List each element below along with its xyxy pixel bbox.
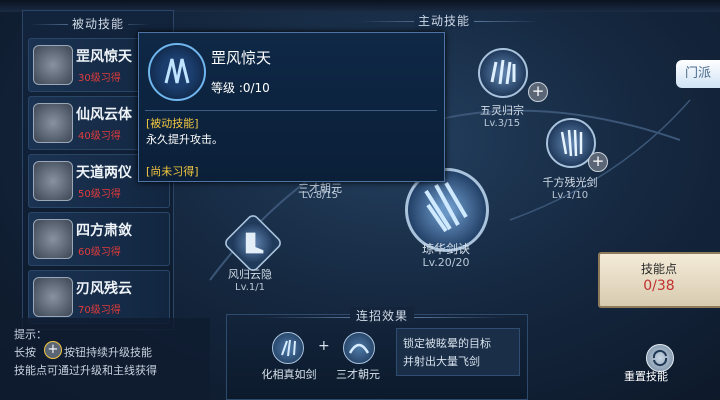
combo-effect-box: 锁定被眩晕的目标 并射出大量飞剑	[396, 328, 520, 376]
sword-icon	[490, 59, 516, 85]
hint-line-prefix: 长按	[14, 346, 36, 359]
plus-icon: +	[44, 341, 62, 359]
skill-wuling-icon[interactable]	[478, 48, 528, 98]
hint-line2: 技能点可通过升级和主线获得	[14, 364, 157, 377]
boot-icon	[245, 232, 264, 254]
sword-icon	[281, 339, 296, 357]
skill-level: Lv.1/1	[235, 282, 265, 293]
combo-effect-line1: 锁定被眩晕的目标	[403, 337, 491, 350]
helmet-icon	[33, 219, 73, 259]
skill-level: Lv.1/10	[551, 190, 589, 201]
skill-name: 五灵归宗	[480, 104, 524, 117]
combo-effect-line2: 并射出大量飞剑	[403, 355, 480, 368]
passive-skill-requirement: 50级习得	[78, 189, 121, 200]
helmet-icon	[33, 103, 73, 143]
hint-line-suffix: 按钮持续升级技能	[64, 346, 152, 359]
faction-tab[interactable]: 门派	[676, 60, 720, 88]
passive-skill-item[interactable]: 四方肃敛 60级习得	[28, 212, 170, 266]
skill-points-label: 技能点	[640, 262, 677, 276]
tooltip-divider	[145, 110, 437, 111]
passive-skill-name: 四方肃敛	[76, 223, 132, 239]
skill-level: Lv.8/15	[301, 190, 339, 201]
reset-button-label[interactable]: 重置技能	[624, 368, 668, 384]
skill-level: Lv.3/15	[483, 118, 521, 129]
plus-icon[interactable]: +	[528, 82, 548, 102]
passive-skill-requirement: 30级习得	[78, 73, 121, 84]
combo-skill-a-icon[interactable]	[272, 332, 304, 364]
passive-skill-requirement: 70级习得	[78, 305, 121, 316]
passive-skill-name: 罡风惊天	[76, 49, 132, 65]
skill-points-value: 0/38	[643, 278, 675, 294]
hint-title: 提示：	[14, 328, 47, 341]
combo-plus: +	[318, 338, 330, 354]
sword-icon	[560, 129, 583, 157]
passive-skill-name: 仙风云体	[76, 107, 132, 123]
sword-icon	[348, 343, 370, 354]
skill-points-panel: 技能点 0/38	[598, 252, 720, 308]
tooltip-skill-name: 罡风惊天	[211, 49, 272, 67]
passive-skill-name: 刃风残云	[76, 281, 132, 297]
helmet-icon	[33, 45, 73, 85]
sword-icon	[424, 181, 468, 233]
passive-skill-name: 天道两仪	[76, 165, 132, 181]
combo-skill-b-name: 三才朝元	[336, 368, 380, 381]
skill-name: 风归云隐	[228, 268, 272, 281]
skill-tooltip: 罡风惊天 等级 :0/10 [被动技能] 永久提升攻击。 [尚未习得]	[138, 32, 445, 182]
tooltip-description: 永久提升攻击。	[146, 133, 223, 146]
passive-section-title: 被动技能	[68, 15, 129, 32]
helmet-icon	[33, 161, 73, 201]
passive-skill-item[interactable]: 刃风残云 70级习得	[28, 270, 170, 324]
whirlwind-icon	[164, 58, 190, 84]
plus-icon[interactable]: +	[588, 152, 608, 172]
hint-panel: 提示： 长按 + 按钮持续升级技能 技能点可通过升级和主线获得	[0, 318, 210, 400]
helmet-icon	[33, 277, 73, 317]
tooltip-status-tag: [尚未习得]	[146, 165, 199, 178]
skill-name: 千方残光剑	[542, 176, 598, 189]
tooltip-skill-level: 等级 :0/10	[211, 81, 270, 95]
passive-skill-requirement: 40级习得	[78, 131, 121, 142]
combo-skill-b-icon[interactable]	[343, 332, 375, 364]
passive-skill-requirement: 60级习得	[78, 247, 121, 258]
combo-skill-a-name: 化相真如剑	[261, 368, 317, 381]
skill-level: Lv.20/20	[422, 256, 470, 269]
skill-tooltip-icon	[148, 43, 206, 101]
tooltip-type-tag: [被动技能]	[146, 117, 199, 130]
skill-name: 琼华剑诀	[421, 242, 470, 256]
combo-title: 连招效果	[350, 307, 415, 324]
